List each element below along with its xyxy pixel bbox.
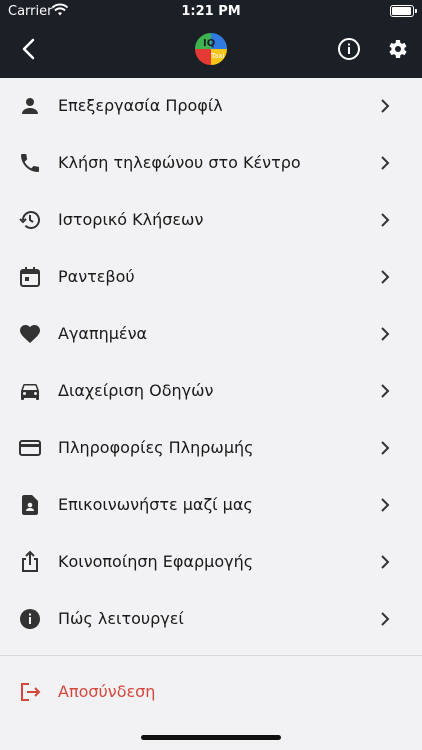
chevron-right-icon <box>381 384 390 398</box>
menu-item-label: Πληροφορίες Πληρωμής <box>58 438 254 457</box>
menu-item-edit-profile[interactable]: Επεξεργασία Προφίλ <box>0 78 422 135</box>
share-icon <box>22 550 38 572</box>
chevron-right-icon <box>381 156 390 170</box>
logo-text: IQ <box>203 38 216 49</box>
logo-subtext: Taxi <box>211 52 225 60</box>
back-button[interactable] <box>16 36 42 62</box>
chevron-right-icon <box>381 555 390 569</box>
chevron-right-icon <box>381 441 390 455</box>
menu-item-label: Κλήση τηλεφώνου στο Κέντρο <box>58 153 301 172</box>
menu-item-favorites[interactable]: Αγαπημένα <box>0 306 422 363</box>
history-icon <box>19 211 40 229</box>
car-icon <box>21 384 39 400</box>
home-indicator <box>141 735 281 740</box>
status-bar: Carrier 1:21 PM <box>0 0 422 22</box>
settings-button[interactable] <box>385 37 409 61</box>
calendar-icon <box>20 267 40 287</box>
menu-item-label: Πώς λειτουργεί <box>58 609 184 628</box>
chevron-right-icon <box>381 213 390 227</box>
info-button[interactable] <box>337 37 361 61</box>
contact-document-icon <box>22 495 38 515</box>
menu-item-call-center[interactable]: Κλήση τηλεφώνου στο Κέντρο <box>0 135 422 192</box>
chevron-right-icon <box>381 612 390 626</box>
clock: 1:21 PM <box>181 4 241 19</box>
heart-icon <box>20 325 40 343</box>
chevron-right-icon <box>381 498 390 512</box>
menu-item-label: Επικοινωνήστε μαζί μας <box>58 495 253 514</box>
menu-item-label: Διαχείριση Οδηγών <box>58 381 214 400</box>
menu-item-how-it-works[interactable]: Πώς λειτουργεί <box>0 591 422 648</box>
menu-item-driver-management[interactable]: Διαχείριση Οδηγών <box>0 363 422 420</box>
credit-card-icon <box>19 440 41 456</box>
battery-icon <box>390 5 417 17</box>
menu-item-call-history[interactable]: Ιστορικό Κλήσεων <box>0 192 422 249</box>
chevron-right-icon <box>381 99 390 113</box>
app-header: Carrier 1:21 PM IQ Taxi <box>0 0 422 78</box>
menu-item-payment-info[interactable]: Πληροφορίες Πληρωμής <box>0 420 422 477</box>
menu-item-share-app[interactable]: Κοινοποίηση Εφαρμογής <box>0 534 422 591</box>
chevron-right-icon <box>381 270 390 284</box>
logout-label: Αποσύνδεση <box>58 682 156 701</box>
menu-item-label: Κοινοποίηση Εφαρμογής <box>58 552 254 571</box>
menu-item-contact-us[interactable]: Επικοινωνήστε μαζί μας <box>0 477 422 534</box>
app-logo: IQ Taxi <box>193 31 229 67</box>
phone-icon <box>21 154 39 172</box>
menu-item-label: Ραντεβού <box>58 267 135 286</box>
logout-icon <box>21 683 41 701</box>
menu-item-label: Αγαπημένα <box>58 324 148 343</box>
person-icon <box>22 98 38 114</box>
menu-divider <box>0 655 422 656</box>
menu-list: Επεξεργασία Προφίλ Κλήση τηλεφώνου στο Κ… <box>0 78 422 648</box>
menu-item-label: Επεξεργασία Προφίλ <box>58 96 223 115</box>
logout-button[interactable]: Αποσύνδεση <box>0 664 422 721</box>
chevron-right-icon <box>381 327 390 341</box>
menu-item-label: Ιστορικό Κλήσεων <box>58 210 204 229</box>
info-filled-icon <box>20 609 40 629</box>
menu-item-appointments[interactable]: Ραντεβού <box>0 249 422 306</box>
